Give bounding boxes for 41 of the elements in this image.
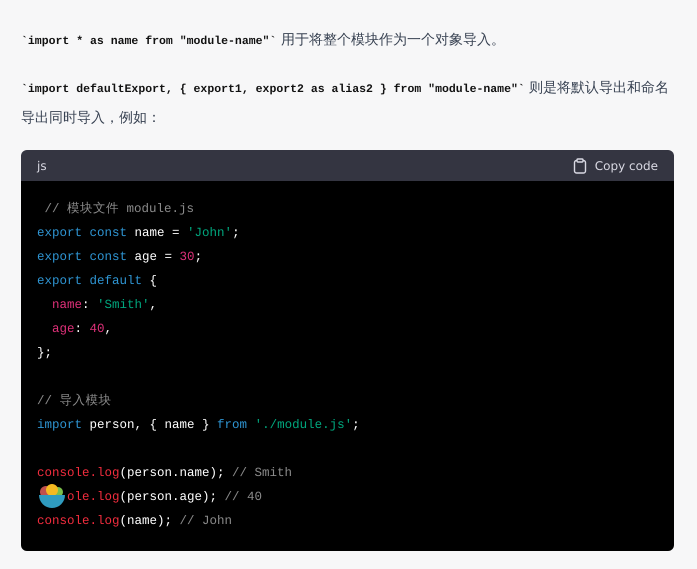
clipboard-icon	[572, 158, 587, 174]
code-text: ,	[104, 321, 112, 338]
code-comment: // Smith	[232, 465, 292, 482]
code-keyword: export default	[37, 273, 144, 290]
code-comment: // 40	[224, 489, 262, 506]
code-string: 'Smith'	[97, 297, 150, 314]
code-text: ;	[194, 249, 202, 266]
code-function: console.log	[37, 465, 120, 482]
code-text: };	[37, 345, 52, 362]
code-text: ,	[150, 297, 158, 314]
code-string: './module.js'	[254, 417, 352, 434]
code-text: age =	[134, 249, 174, 266]
code-text: :	[74, 321, 84, 338]
code-comment: // 模块文件 module.js	[44, 200, 194, 218]
code-keyword: export const	[37, 225, 128, 242]
code-text: (person.name);	[120, 465, 226, 482]
code-comment: // John	[180, 513, 232, 530]
code-keyword: import	[37, 417, 84, 434]
code-number: 40	[90, 321, 105, 338]
code-function: ole.log	[67, 489, 120, 506]
code-text: ;	[232, 225, 240, 242]
code-text: person, { name }	[90, 417, 211, 434]
code-string: 'John'	[187, 225, 232, 242]
code-text: {	[150, 273, 158, 290]
paragraph: `import defaultExport, { export1, export2 as alias2 } from "module-name"` 则是将默认导出和命名导出同时导入，例如：	[21, 79, 670, 128]
code-property: name	[52, 297, 82, 314]
fruit-bowl-icon[interactable]	[37, 483, 67, 511]
code-text: (name);	[120, 513, 174, 530]
code-function: console.log	[37, 513, 120, 530]
code-keyword: from	[217, 417, 248, 434]
language-label: js	[37, 158, 47, 172]
code-number: 30	[180, 249, 195, 266]
code-comment: // 导入模块	[37, 392, 112, 410]
code-keyword: export const	[37, 249, 128, 266]
copy-code-button[interactable]: Copy code	[572, 158, 658, 174]
code-property: age	[52, 321, 75, 338]
paragraph: `import * as name from "module-name"` 用于将整个模块作为一个对象导入。	[21, 31, 506, 50]
code-text: :	[82, 297, 91, 314]
code-text: (person.age);	[120, 489, 218, 506]
code-text: name =	[134, 225, 181, 242]
code-text: ;	[352, 417, 360, 434]
